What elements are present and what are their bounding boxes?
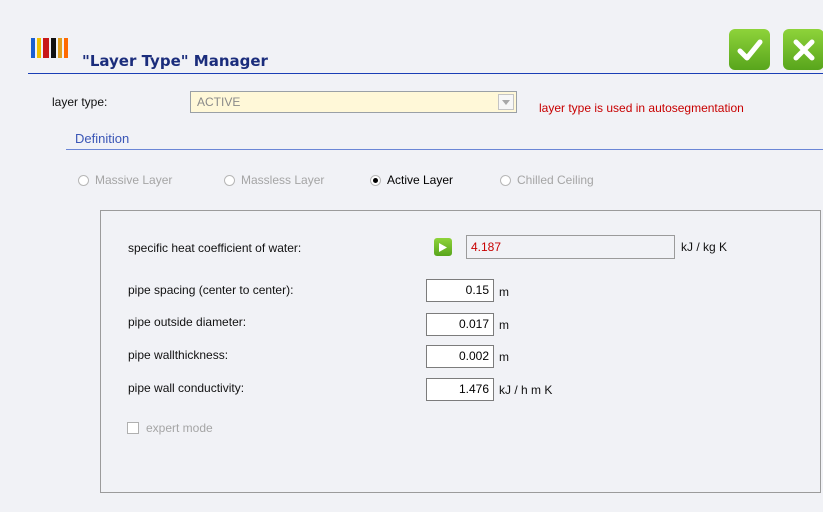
expert-mode-checkbox: expert mode bbox=[127, 421, 213, 435]
radio-label: Massive Layer bbox=[95, 173, 173, 187]
radio-label: Massless Layer bbox=[241, 173, 325, 187]
title-divider bbox=[28, 73, 823, 74]
layer-type-warning: layer type is used in autosegmentation bbox=[539, 101, 744, 115]
layer-type-value: ACTIVE bbox=[197, 95, 241, 109]
pipe-conductivity-label: pipe wall conductivity: bbox=[128, 381, 245, 395]
pipe-diameter-unit: m bbox=[499, 318, 509, 332]
radio-chilled-ceiling: Chilled Ceiling bbox=[500, 173, 594, 187]
layer-type-label: layer type: bbox=[52, 95, 108, 109]
pipe-conductivity-input[interactable]: 1.476 bbox=[426, 378, 494, 401]
close-icon bbox=[793, 39, 814, 60]
pipe-diameter-input[interactable]: 0.017 bbox=[426, 313, 494, 336]
pipe-spacing-input[interactable]: 0.15 bbox=[426, 279, 494, 302]
pipe-conductivity-unit: kJ / h m K bbox=[499, 383, 553, 397]
chevron-down-icon[interactable] bbox=[498, 94, 514, 110]
heat-coefficient-field: 4.187 bbox=[466, 235, 675, 259]
radio-label: Chilled Ceiling bbox=[517, 173, 594, 187]
radio-label: Active Layer bbox=[387, 173, 454, 187]
layer-type-manager-window: "Layer Type" Manager layer type: ACTIVE … bbox=[0, 0, 823, 512]
cancel-button[interactable] bbox=[783, 29, 823, 70]
check-icon bbox=[737, 39, 762, 60]
radio-button-icon bbox=[500, 174, 511, 186]
heat-coefficient-label: specific heat coefficient of water: bbox=[128, 241, 302, 255]
checkbox-icon bbox=[127, 422, 139, 434]
play-icon[interactable] bbox=[434, 238, 452, 256]
ok-button[interactable] bbox=[729, 29, 770, 70]
definition-title: Definition bbox=[75, 131, 130, 146]
radio-button-icon bbox=[78, 174, 89, 186]
pipe-wallthickness-input[interactable]: 0.002 bbox=[426, 345, 494, 368]
radio-massive-layer: Massive Layer bbox=[78, 173, 172, 187]
definition-divider bbox=[66, 149, 823, 150]
radio-massless-layer: Massless Layer bbox=[224, 173, 324, 187]
pipe-spacing-unit: m bbox=[499, 285, 509, 299]
pipe-wallthickness-label: pipe wallthickness: bbox=[128, 348, 229, 362]
window-title: "Layer Type" Manager bbox=[82, 52, 268, 70]
radio-selected-icon bbox=[370, 174, 381, 186]
radio-button-icon bbox=[224, 174, 235, 186]
heat-coefficient-value: 4.187 bbox=[471, 240, 502, 254]
pipe-diameter-label: pipe outside diameter: bbox=[128, 315, 247, 329]
pipe-spacing-label: pipe spacing (center to center): bbox=[128, 283, 294, 297]
heat-coefficient-unit: kJ / kg K bbox=[681, 240, 728, 254]
radio-active-layer[interactable]: Active Layer bbox=[370, 173, 453, 187]
layer-type-select[interactable]: ACTIVE bbox=[190, 91, 517, 113]
app-logo-icon bbox=[31, 38, 69, 58]
pipe-wallthickness-unit: m bbox=[499, 350, 509, 364]
expert-mode-label: expert mode bbox=[146, 421, 213, 435]
